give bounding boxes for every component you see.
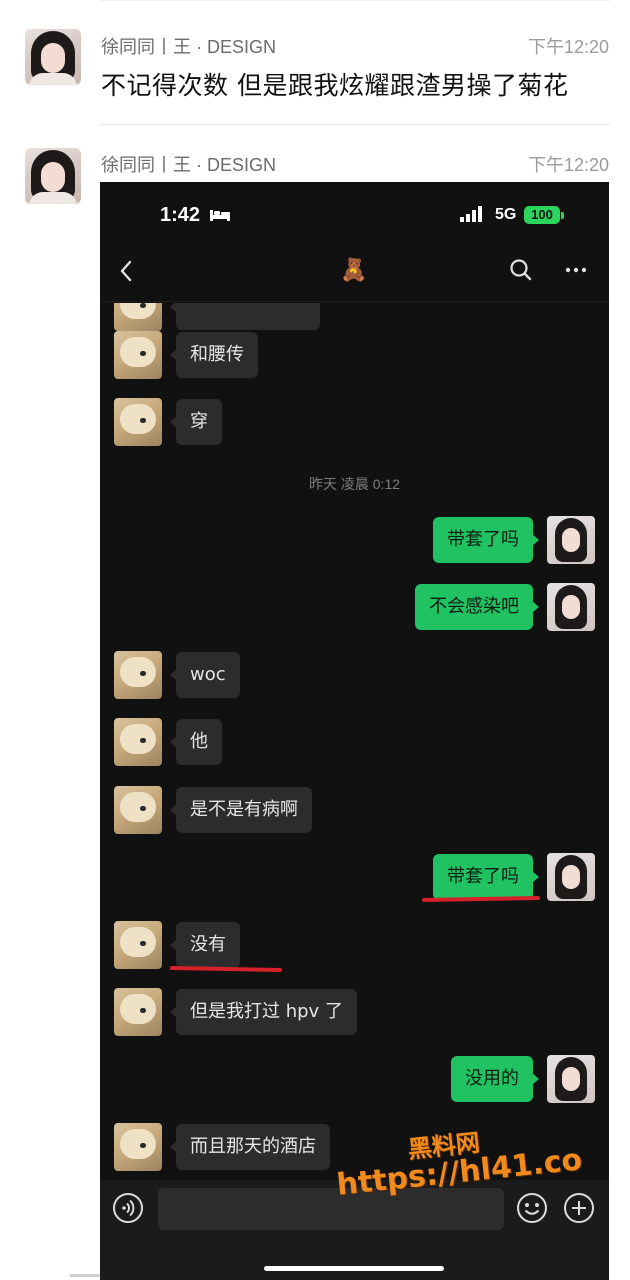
author-name[interactable]: 徐同同丨王 · DESIGN [101, 33, 276, 59]
chat-title-emoji: 🧸 [340, 258, 368, 283]
message-bubble[interactable]: 他 [170, 719, 222, 765]
battery-tip [561, 212, 564, 219]
plus-icon[interactable] [563, 1192, 595, 1224]
message-row-in: woc [100, 651, 609, 699]
message-input[interactable] [158, 1188, 504, 1230]
message-row-in: 他 [100, 718, 609, 766]
voice-icon[interactable] [112, 1192, 144, 1224]
more-icon[interactable] [562, 258, 590, 282]
message-bubble[interactable]: 带套了吗 [433, 854, 539, 900]
signal-icon [460, 206, 482, 222]
message-bubble[interactable]: 不会感染吧 [415, 584, 539, 630]
chat-header: 🧸 [100, 242, 609, 302]
post-time: 下午12:20 [527, 37, 609, 57]
contact-avatar[interactable] [114, 651, 162, 699]
self-avatar[interactable] [547, 583, 595, 631]
self-avatar[interactable] [547, 853, 595, 901]
contact-avatar[interactable] [114, 331, 162, 379]
message-row-out: 带套了吗 [100, 853, 609, 901]
contact-avatar[interactable] [114, 786, 162, 834]
author-avatar[interactable] [25, 29, 81, 85]
feed-post[interactable]: 徐同同丨王 · DESIGN 下午12:20 不记得次数 但是跟我炫耀跟渣男操了… [0, 0, 630, 124]
home-indicator [264, 1266, 444, 1271]
back-icon[interactable] [114, 256, 138, 286]
message-bubble[interactable]: 带套了吗 [433, 517, 539, 563]
message-bubble-partial [170, 303, 320, 330]
scroll-hint [70, 1274, 100, 1277]
bed-icon [210, 210, 230, 221]
message-bubble[interactable]: 和腰传 [170, 332, 258, 378]
feed-post[interactable]: 徐同同丨王 · DESIGN 下午12:20 [0, 124, 630, 204]
contact-avatar[interactable] [114, 718, 162, 766]
message-list[interactable]: 和腰传 穿 昨天 凌晨 0:12 带套了吗 不会感染吧 woc 他 是不是有病啊 [100, 303, 609, 1180]
message-bubble[interactable]: woc [170, 652, 240, 698]
search-icon[interactable] [508, 257, 534, 283]
network-type: 5G [495, 206, 517, 223]
message-bubble[interactable]: 穿 [170, 399, 222, 445]
self-avatar[interactable] [547, 1055, 595, 1103]
status-bar: 1:42 5G 100 [100, 182, 609, 242]
author-name[interactable]: 徐同同丨王 · DESIGN [101, 151, 276, 177]
red-underline-annotation [169, 966, 283, 972]
status-time: 1:42 [160, 204, 201, 226]
post-text: 不记得次数 但是跟我炫耀跟渣男操了菊花 [101, 71, 569, 100]
message-row-out: 没用的 [100, 1055, 609, 1103]
post-time: 下午12:20 [527, 155, 609, 175]
red-underline-annotation [421, 895, 541, 903]
message-row-out: 不会感染吧 [100, 583, 609, 631]
message-row-in: 穿 [100, 398, 609, 446]
contact-avatar[interactable] [114, 303, 162, 331]
message-bubble[interactable]: 没有 [170, 922, 240, 968]
contact-avatar[interactable] [114, 921, 162, 969]
author-avatar[interactable] [25, 148, 81, 204]
message-row-cut [100, 303, 609, 331]
message-row-in: 是不是有病啊 [100, 786, 609, 834]
contact-avatar[interactable] [114, 398, 162, 446]
message-bubble[interactable]: 而且那天的酒店 [170, 1124, 330, 1170]
battery-icon: 100 [524, 206, 560, 224]
message-timestamp: 昨天 凌晨 0:12 [308, 476, 401, 492]
message-row-in: 但是我打过 hpv 了 [100, 988, 609, 1036]
emoji-icon[interactable] [516, 1192, 548, 1224]
message-bubble[interactable]: 是不是有病啊 [170, 787, 312, 833]
message-bubble[interactable]: 没用的 [451, 1056, 539, 1102]
message-row-out: 带套了吗 [100, 516, 609, 564]
contact-avatar[interactable] [114, 1123, 162, 1171]
chat-screenshot-image[interactable]: 1:42 5G 100 🧸 和腰传 穿 昨天 凌晨 0:12 带套了吗 不会感染… [100, 182, 609, 1280]
message-row-in: 没有 [100, 921, 609, 969]
contact-avatar[interactable] [114, 988, 162, 1036]
message-row-in: 和腰传 [100, 331, 609, 379]
message-bubble[interactable]: 但是我打过 hpv 了 [170, 989, 357, 1035]
self-avatar[interactable] [547, 516, 595, 564]
